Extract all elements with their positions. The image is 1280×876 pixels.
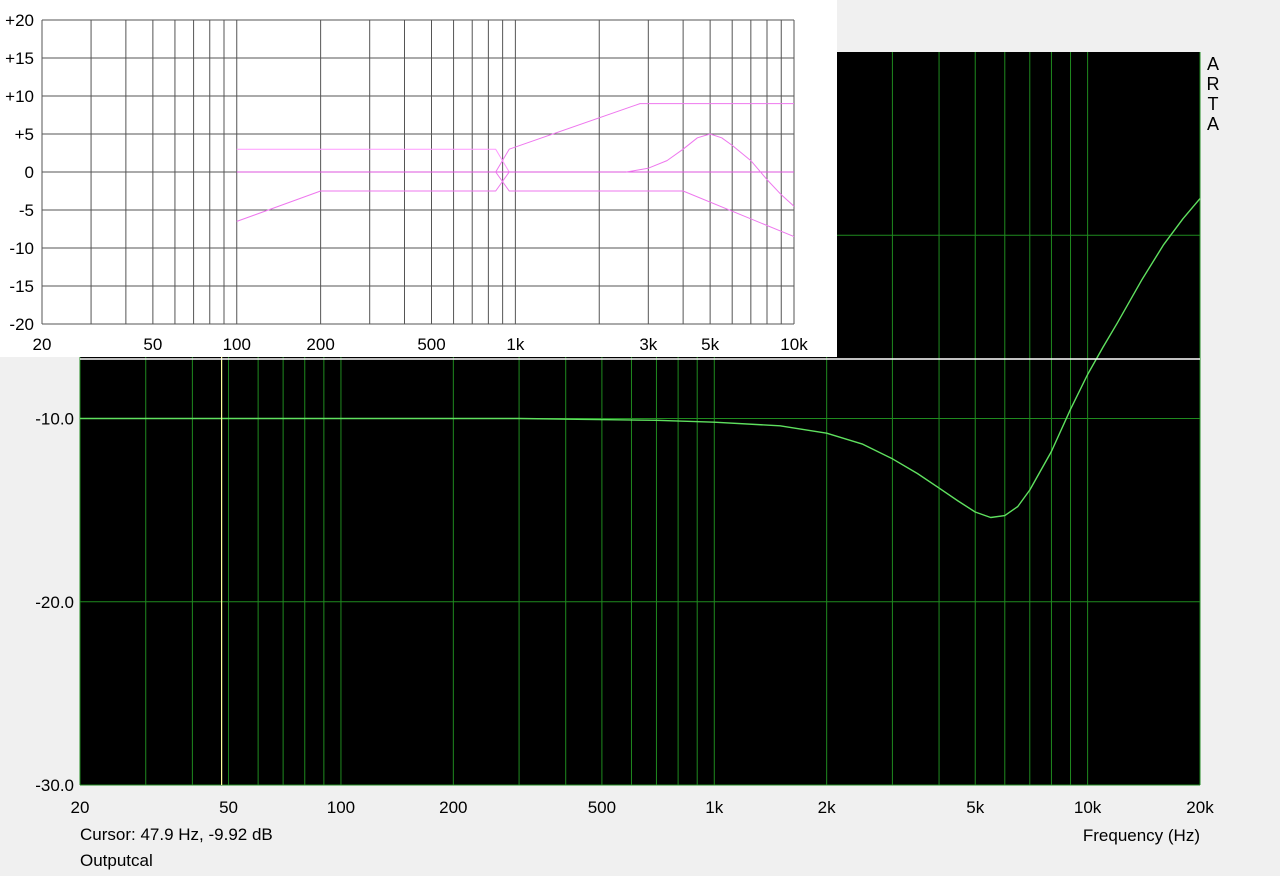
main-x-tick-label: 500: [588, 798, 616, 817]
main-x-tick-label: 100: [327, 798, 355, 817]
main-x-tick-label: 20: [71, 798, 90, 817]
main-x-tick-label: 2k: [818, 798, 836, 817]
inset-y-tick-label: +5: [15, 125, 34, 144]
main-y-tick-label: -20.0: [35, 593, 74, 612]
inset-y-tick-label: +15: [5, 49, 34, 68]
main-x-tick-label: 1k: [705, 798, 723, 817]
main-x-axis-label: Frequency (Hz): [1083, 826, 1200, 845]
inset-x-tick-label: 1k: [506, 335, 524, 354]
inset-x-tick-label: 20: [33, 335, 52, 354]
chart-root: 20 50 100 200 500 1k 2k 5k 10k 20k-10.0-20.0-30.0…: [0, 0, 1220, 845]
main-x-tick-label: 10k: [1074, 798, 1102, 817]
inset-x-tick-label: 3k: [639, 335, 657, 354]
main-watermark-letter: T: [1208, 94, 1219, 114]
main-x-tick-label: 20k: [1186, 798, 1214, 817]
inset-x-tick-label: 200: [306, 335, 334, 354]
inset-x-tick-label: 10k: [780, 335, 808, 354]
main-x-tick-label: 200: [439, 798, 467, 817]
inset-x-tick-label: 5k: [701, 335, 719, 354]
cursor-readout: Cursor: 47.9 Hz, -9.92 dB: [80, 825, 273, 844]
inset-x-tick-label: 100: [223, 335, 251, 354]
inset-y-tick-label: -15: [9, 277, 34, 296]
inset-y-tick-label: +10: [5, 87, 34, 106]
main-x-tick-label: 50: [219, 798, 238, 817]
inset-y-tick-label: +20: [5, 11, 34, 30]
main-watermark-letter: A: [1207, 54, 1219, 74]
chart-caption: Outputcal: [80, 851, 153, 870]
inset-y-tick-label: -5: [19, 201, 34, 220]
main-y-tick-label: -10.0: [35, 410, 74, 429]
main-watermark-letter: A: [1207, 114, 1219, 134]
main-y-tick-label: -30.0: [35, 776, 74, 795]
inset-y-tick-label: -10: [9, 239, 34, 258]
inset-y-tick-label: 0: [25, 163, 34, 182]
main-watermark-letter: R: [1207, 74, 1220, 94]
inset-x-tick-label: 500: [417, 335, 445, 354]
inset-x-tick-label: 50: [143, 335, 162, 354]
main-x-tick-label: 5k: [966, 798, 984, 817]
inset-chart: 20 50 100 200 500 1k 3k 5k 10k +20 +15 +10 +5 0 -5 -10 -…: [5, 11, 808, 354]
inset-y-tick-label: -20: [9, 315, 34, 334]
